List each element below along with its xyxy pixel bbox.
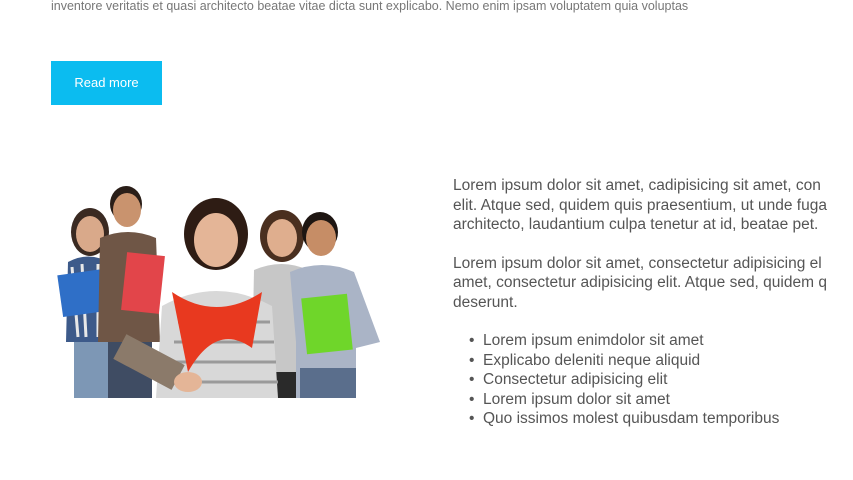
bullet-icon: • — [469, 390, 475, 408]
bullet-icon: • — [469, 332, 475, 349]
paragraph-1-line: Lorem ipsum dolor sit amet, cadipisicing… — [453, 177, 821, 194]
paragraph-2-line: amet, consectetur adipisicing elit. Atqu… — [453, 274, 827, 291]
list-item-label: Lorem ipsum dolor sit amet — [483, 390, 670, 408]
bullet-icon: • — [469, 351, 475, 369]
page: inventore veritatis et quasi architecto … — [0, 0, 853, 480]
paragraph-1-line: elit. Atque sed, quidem quis praesentium… — [453, 196, 827, 214]
feature-list: • Lorem ipsum enimdolor sit amet • Explica… — [453, 331, 853, 429]
paragraph-2-line: Lorem ipsum dolor sit amet, consectetur … — [453, 254, 822, 272]
bullet-icon: • — [469, 410, 475, 427]
paragraph-2-line: deserunt. — [453, 293, 518, 311]
list-item-label: Lorem ipsum enimdolor sit amet — [483, 332, 704, 349]
paragraph-1: Lorem ipsum dolor sit amet, cadipisicing… — [453, 176, 853, 235]
list-item: • Explicabo deleniti neque aliquid — [469, 351, 853, 371]
list-item-label: Consectetur adipisicing elit — [483, 371, 668, 388]
bullet-icon: • — [469, 371, 475, 388]
list-item-label: Explicabo deleniti neque aliquid — [483, 351, 701, 369]
intro-paragraph: inventore veritatis et quasi architecto … — [51, 0, 689, 13]
paragraph-1-line: architecto, laudantium culpa tenetur at … — [453, 216, 819, 233]
paragraph-2: Lorem ipsum dolor sit amet, consectetur … — [453, 254, 853, 313]
students-group-photo — [38, 172, 384, 398]
content-column: Lorem ipsum dolor sit amet, cadipisicing… — [453, 176, 853, 429]
list-item: • Consectetur adipisicing elit — [469, 370, 853, 390]
list-item-label: Quo issimos molest quibusdam temporibus — [483, 410, 780, 427]
read-more-button[interactable]: Read more — [51, 61, 162, 105]
list-item: • Lorem ipsum enimdolor sit amet — [469, 331, 853, 351]
list-item: • Quo issimos molest quibusdam temporibus — [469, 409, 853, 429]
list-item: • Lorem ipsum dolor sit amet — [469, 390, 853, 410]
student-far-right — [290, 212, 380, 398]
